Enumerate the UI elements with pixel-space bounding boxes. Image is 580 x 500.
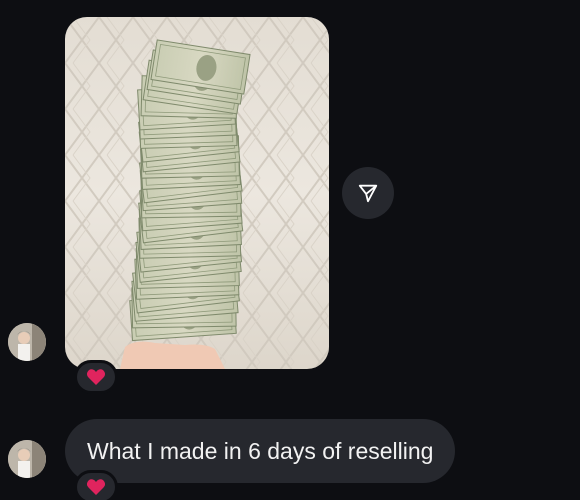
chat-thread: What I made in 6 days of reselling — [0, 0, 580, 500]
photo-message[interactable] — [65, 17, 329, 369]
heart-reaction[interactable] — [74, 360, 118, 394]
share-send-icon — [358, 184, 378, 203]
avatar[interactable] — [8, 440, 46, 478]
bill-stack — [129, 39, 251, 342]
heart-reaction[interactable] — [74, 470, 118, 500]
avatar[interactable] — [8, 323, 46, 361]
heart-icon — [86, 369, 106, 385]
avatar-photo — [8, 323, 46, 361]
message-text: What I made in 6 days of reselling — [87, 437, 434, 464]
share-button[interactable] — [342, 167, 394, 219]
text-message-bubble[interactable]: What I made in 6 days of reselling — [65, 419, 456, 483]
heart-icon — [86, 479, 106, 495]
avatar-photo — [8, 440, 46, 478]
cash-photo — [65, 17, 329, 369]
